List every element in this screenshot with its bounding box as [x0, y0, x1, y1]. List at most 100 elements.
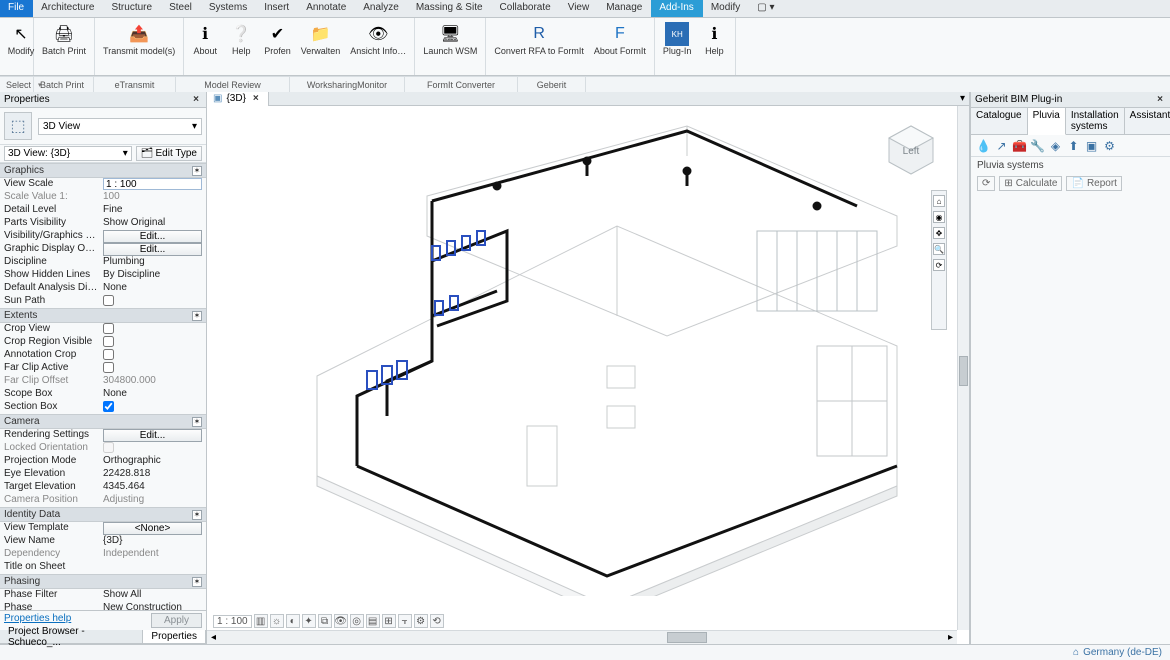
view-scale-label[interactable]: 1 : 100	[213, 615, 252, 628]
tool-icon-1[interactable]: 💧	[976, 138, 991, 153]
viewport-hscroll[interactable]: ◂▸	[207, 630, 957, 644]
tool-icon-6[interactable]: ⬆	[1066, 138, 1081, 153]
catalogue-tab[interactable]: Catalogue	[971, 108, 1028, 134]
annotate-tab[interactable]: Annotate	[298, 0, 355, 17]
tool-icon-3[interactable]: 🧰	[1012, 138, 1027, 153]
viewport-3d[interactable]: Left ⌂ ◉ ✥ 🔍 ⟳ 1 : 100 ▥ ☼ ◐ ✦ ⧉ 👁 ◎ ▤ ⊞	[207, 106, 969, 644]
ansicht-info-button[interactable]: 👁Ansicht Info…	[346, 20, 410, 58]
calculate-button[interactable]: ⊞Calculate	[999, 176, 1062, 191]
collaborate-tab[interactable]: Collaborate	[492, 0, 560, 17]
nav-pan-button[interactable]: ✥	[933, 227, 945, 239]
profen-button[interactable]: ✔Profen	[260, 20, 295, 58]
collapse-button[interactable]: ✶	[192, 510, 202, 520]
gd-options-button[interactable]: Edit...	[103, 243, 202, 256]
reveal-button[interactable]: ◎	[350, 614, 364, 628]
project-browser-tab[interactable]: Project Browser - Schueco_...	[0, 630, 143, 643]
vc-btn-11[interactable]: ⚙	[414, 614, 428, 628]
rendering-button[interactable]: Edit...	[103, 429, 202, 442]
annotation-crop-checkbox[interactable]	[103, 349, 114, 360]
assistants-tab[interactable]: Assistants	[1125, 108, 1170, 134]
nav-orbit-button[interactable]: ⟳	[933, 259, 945, 271]
report-button[interactable]: 📄Report	[1066, 176, 1121, 191]
tool-icon-4[interactable]: 🔧	[1030, 138, 1045, 153]
crop-view-checkbox[interactable]	[103, 323, 114, 334]
show-hidden-field[interactable]: By Discipline	[100, 269, 202, 282]
view-tab-close[interactable]: ×	[250, 93, 262, 104]
view-cube[interactable]: Left	[881, 120, 941, 180]
view-tab-3d[interactable]: ▣ {3D} ×	[207, 92, 269, 106]
discipline-field[interactable]: Plumbing	[100, 256, 202, 269]
render-button[interactable]: ✦	[302, 614, 316, 628]
viewport-vscroll[interactable]	[957, 106, 969, 630]
default-analysis-field[interactable]: None	[100, 282, 202, 295]
properties-close-button[interactable]: ×	[190, 94, 202, 105]
tool-icon-8[interactable]: ⚙	[1102, 138, 1117, 153]
addins-tab[interactable]: Add-Ins	[651, 0, 702, 17]
locale-selector[interactable]: ⌂ Germany (de-DE)	[1073, 647, 1162, 658]
instance-selector[interactable]: 3D View: {3D}▾	[4, 146, 132, 161]
collapse-button[interactable]: ✶	[192, 417, 202, 427]
nav-home-button[interactable]: ⌂	[933, 195, 945, 207]
nav-zoom-button[interactable]: 🔍	[933, 243, 945, 255]
vg-overrides-button[interactable]: Edit...	[103, 230, 202, 243]
manage-tab[interactable]: Manage	[598, 0, 651, 17]
vc-btn-12[interactable]: ⟲	[430, 614, 444, 628]
view-tabs-dropdown[interactable]: ▾	[956, 93, 969, 104]
verwalten-button[interactable]: 📁Verwalten	[297, 20, 345, 58]
pluvia-tab[interactable]: Pluvia	[1028, 108, 1066, 135]
nav-wheel-button[interactable]: ◉	[933, 211, 945, 223]
section-box-checkbox[interactable]	[103, 401, 114, 412]
transmit-button[interactable]: 📤 Transmit model(s)	[99, 20, 179, 58]
view-scale-input[interactable]	[103, 178, 202, 190]
sun-button[interactable]: ☼	[270, 614, 284, 628]
systems-tab[interactable]: Systems	[201, 0, 256, 17]
geberit-close-button[interactable]: ×	[1154, 94, 1166, 105]
vc-btn-8[interactable]: ▤	[366, 614, 380, 628]
sun-path-checkbox[interactable]	[103, 295, 114, 306]
structure-tab[interactable]: Structure	[103, 0, 161, 17]
modify-button[interactable]: ↖ Modify	[4, 20, 38, 58]
scope-box-field[interactable]: None	[100, 388, 202, 401]
crop-button[interactable]: ⧉	[318, 614, 332, 628]
tool-icon-5[interactable]: ◈	[1048, 138, 1063, 153]
eye-elev-field[interactable]: 22428.818	[100, 468, 202, 481]
file-tab[interactable]: File	[0, 0, 33, 17]
phase-field[interactable]: New Construction	[100, 602, 202, 610]
phase-filter-field[interactable]: Show All	[100, 589, 202, 602]
help2-button[interactable]: ℹHelp	[697, 20, 731, 58]
vc-btn-10[interactable]: ⫟	[398, 614, 412, 628]
view-tab[interactable]: View	[560, 0, 599, 17]
tool-icon-7[interactable]: ▣	[1084, 138, 1099, 153]
hide-button[interactable]: 👁	[334, 614, 348, 628]
properties-secondary-tab[interactable]: Properties	[143, 630, 206, 643]
steel-tab[interactable]: Steel	[161, 0, 201, 17]
batch-print-button[interactable]: 🖨 Batch Print	[38, 20, 90, 58]
vc-btn-9[interactable]: ⊞	[382, 614, 396, 628]
view-template-button[interactable]: <None>	[103, 522, 202, 535]
analyze-tab[interactable]: Analyze	[355, 0, 408, 17]
projection-field[interactable]: Orthographic	[100, 455, 202, 468]
tool-icon-2[interactable]: ↗	[994, 138, 1009, 153]
extra-tab[interactable]: ▢ ▾	[749, 0, 783, 17]
select-group[interactable]: Select	[0, 77, 34, 92]
type-selector[interactable]: 3D View▾	[38, 118, 202, 135]
installation-systems-tab[interactable]: Installation systems	[1066, 108, 1125, 134]
collapse-button[interactable]: ✶	[192, 577, 202, 587]
edit-type-button[interactable]: 🗂 Edit Type	[136, 146, 202, 161]
about-formit-button[interactable]: FAbout FormIt	[590, 20, 650, 58]
insert-tab[interactable]: Insert	[256, 0, 298, 17]
refresh-button[interactable]: ⟳	[977, 176, 995, 191]
target-elev-field[interactable]: 4345.464	[100, 481, 202, 494]
view-name-field[interactable]: {3D}	[100, 535, 202, 548]
crop-region-checkbox[interactable]	[103, 336, 114, 347]
far-clip-checkbox[interactable]	[103, 362, 114, 373]
help-button[interactable]: ❔Help	[224, 20, 258, 58]
modify-tab[interactable]: Modify	[703, 0, 749, 17]
collapse-button[interactable]: ✶	[192, 311, 202, 321]
launch-wsm-button[interactable]: 🖥Launch WSM	[419, 20, 481, 58]
collapse-button[interactable]: ✶	[192, 166, 202, 176]
about-button[interactable]: ℹAbout	[188, 20, 222, 58]
architecture-tab[interactable]: Architecture	[33, 0, 103, 17]
parts-visibility-field[interactable]: Show Original	[100, 217, 202, 230]
convert-rfa-button[interactable]: RConvert RFA to FormIt	[490, 20, 588, 58]
